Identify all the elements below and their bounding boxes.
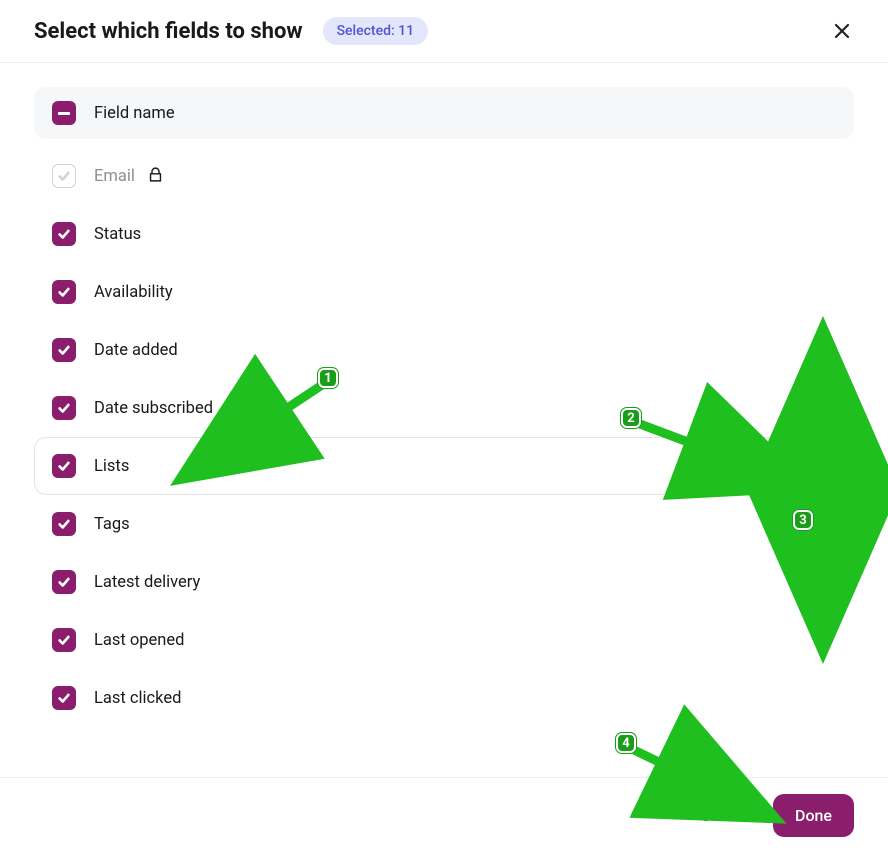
field-row[interactable]: Lists (34, 437, 852, 495)
field-label: Date subscribed (94, 399, 213, 418)
check-icon (57, 633, 71, 647)
check-icon (57, 517, 71, 531)
field-row[interactable]: Date added (34, 321, 852, 379)
field-list-wrapper: Email Status Availability Date added Date su… (34, 147, 854, 775)
field-chooser-dialog: Select which fields to show Selected: 11… (0, 0, 888, 853)
lock-icon (147, 166, 164, 187)
field-label: Date added (94, 341, 178, 360)
check-icon (57, 285, 71, 299)
field-label: Last clicked (94, 689, 181, 708)
field-row[interactable]: Date subscribed (34, 379, 852, 437)
field-checkbox[interactable] (52, 280, 76, 304)
dialog-footer: Cancel Done (0, 777, 888, 853)
field-checkbox[interactable] (52, 338, 76, 362)
field-label: Tags (94, 515, 130, 534)
field-row[interactable]: Tags (34, 495, 852, 553)
check-icon (57, 401, 71, 415)
drag-handle-icon[interactable] (817, 455, 835, 477)
close-button[interactable] (830, 15, 854, 47)
field-row[interactable]: Last opened (34, 611, 852, 669)
field-label: Last opened (94, 631, 184, 650)
field-row[interactable]: Last clicked (34, 669, 852, 727)
field-label: Availability (94, 283, 173, 302)
field-list[interactable]: Email Status Availability Date added Date su… (34, 147, 854, 775)
field-checkbox (52, 164, 76, 188)
close-icon (834, 23, 850, 39)
select-all-checkbox[interactable] (52, 101, 76, 125)
field-label: Email (94, 167, 135, 186)
select-all-label: Field name (94, 104, 175, 123)
field-label: Status (94, 225, 141, 244)
field-row[interactable]: Status (34, 205, 852, 263)
field-label: Latest delivery (94, 573, 200, 592)
done-button[interactable]: Done (773, 794, 854, 837)
field-label: Lists (94, 457, 129, 476)
check-icon (57, 691, 71, 705)
check-icon (57, 459, 71, 473)
select-all-row[interactable]: Field name (34, 87, 854, 139)
field-row[interactable]: Availability (34, 263, 852, 321)
check-icon (57, 575, 71, 589)
dialog-body: Field name Email Status Availability Date a… (0, 63, 888, 777)
field-checkbox[interactable] (52, 222, 76, 246)
dialog-header: Select which fields to show Selected: 11 (0, 0, 888, 63)
field-row[interactable]: Email (34, 147, 852, 205)
field-checkbox[interactable] (52, 686, 76, 710)
field-checkbox[interactable] (52, 454, 76, 478)
field-checkbox[interactable] (52, 396, 76, 420)
cancel-button[interactable]: Cancel (700, 806, 749, 825)
field-checkbox[interactable] (52, 512, 76, 536)
field-row[interactable]: Latest delivery (34, 553, 852, 611)
check-icon (57, 343, 71, 357)
indeterminate-icon (58, 112, 70, 115)
check-icon (57, 169, 71, 183)
field-checkbox[interactable] (52, 628, 76, 652)
field-checkbox[interactable] (52, 570, 76, 594)
check-icon (57, 227, 71, 241)
selected-count-badge: Selected: 11 (323, 17, 429, 45)
dialog-title: Select which fields to show (34, 19, 303, 44)
